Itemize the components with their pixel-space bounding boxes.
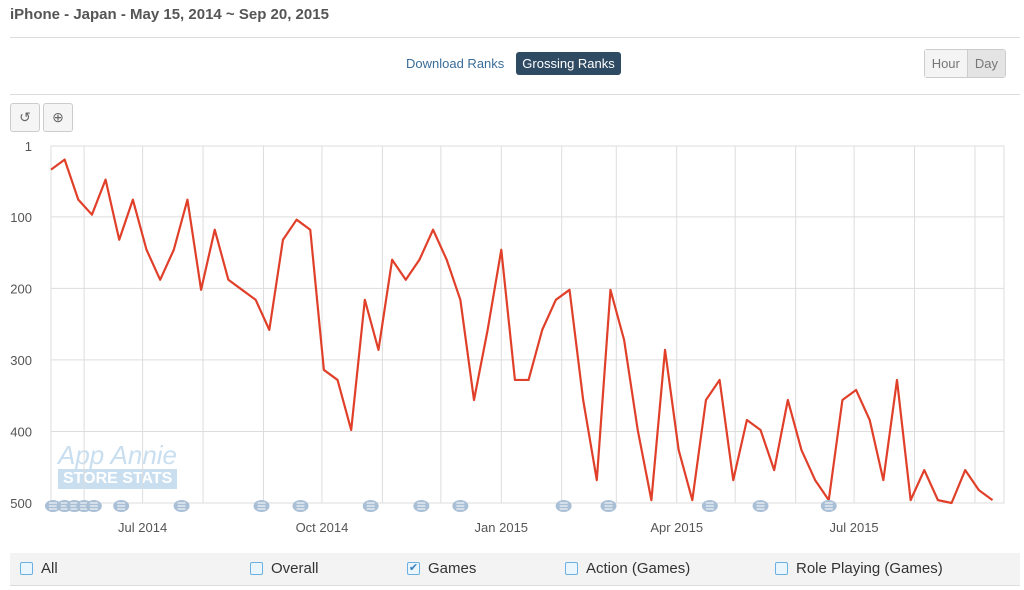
x-tick-label: Jan 2015	[475, 520, 529, 535]
checkbox-checked[interactable]: ✔	[407, 562, 420, 575]
checkbox[interactable]	[250, 562, 263, 575]
annotation-icon[interactable]	[292, 500, 309, 512]
legend-action-games[interactable]: Action (Games)	[565, 560, 690, 577]
annotation-icon[interactable]	[600, 500, 617, 512]
legend-role-playing-games[interactable]: Role Playing (Games)	[775, 560, 943, 577]
annotation-icon[interactable]	[253, 500, 270, 512]
y-tick-label: 100	[10, 210, 32, 225]
checkbox[interactable]	[775, 562, 788, 575]
annotation-icon[interactable]	[820, 500, 837, 512]
legend-label: Overall	[271, 560, 319, 577]
legend-label: Action (Games)	[586, 560, 691, 577]
y-tick-label: 1	[25, 139, 32, 154]
legend-label: All	[41, 560, 58, 577]
plot-border	[50, 145, 1005, 504]
annotation-icon[interactable]	[452, 500, 469, 512]
annotation-icon[interactable]	[555, 500, 572, 512]
x-tick-label: Jul 2014	[118, 520, 167, 535]
x-tick-label: Oct 2014	[296, 520, 349, 535]
annotation-icon[interactable]	[701, 500, 718, 512]
legend-overall[interactable]: Overall	[250, 560, 319, 577]
annotation-icon[interactable]	[173, 500, 190, 512]
y-tick-label: 400	[10, 424, 32, 439]
annotation-icon[interactable]	[752, 500, 769, 512]
category-legend: All Overall ✔ Games Action (Games) Role P…	[10, 553, 1020, 586]
y-tick-label: 500	[10, 496, 32, 511]
checkbox[interactable]	[565, 562, 578, 575]
legend-all[interactable]: All	[20, 560, 58, 577]
x-tick-label: Jul 2015	[830, 520, 879, 535]
annotation-icon[interactable]	[362, 500, 379, 512]
legend-label: Role Playing (Games)	[796, 560, 943, 577]
y-tick-label: 300	[10, 353, 32, 368]
annotation-icon[interactable]	[113, 500, 130, 512]
x-tick-label: Apr 2015	[650, 520, 703, 535]
annotation-icon[interactable]	[413, 500, 430, 512]
y-tick-label: 200	[10, 281, 32, 296]
legend-games[interactable]: ✔ Games	[407, 560, 476, 577]
rank-line	[50, 158, 994, 505]
checkbox[interactable]	[20, 562, 33, 575]
legend-label: Games	[428, 560, 477, 577]
annotation-icon[interactable]	[85, 500, 102, 512]
rank-chart: 1 100 200 300 400 500 Jul 2014 Oct 2014 Jan 2015…	[10, 139, 1005, 535]
